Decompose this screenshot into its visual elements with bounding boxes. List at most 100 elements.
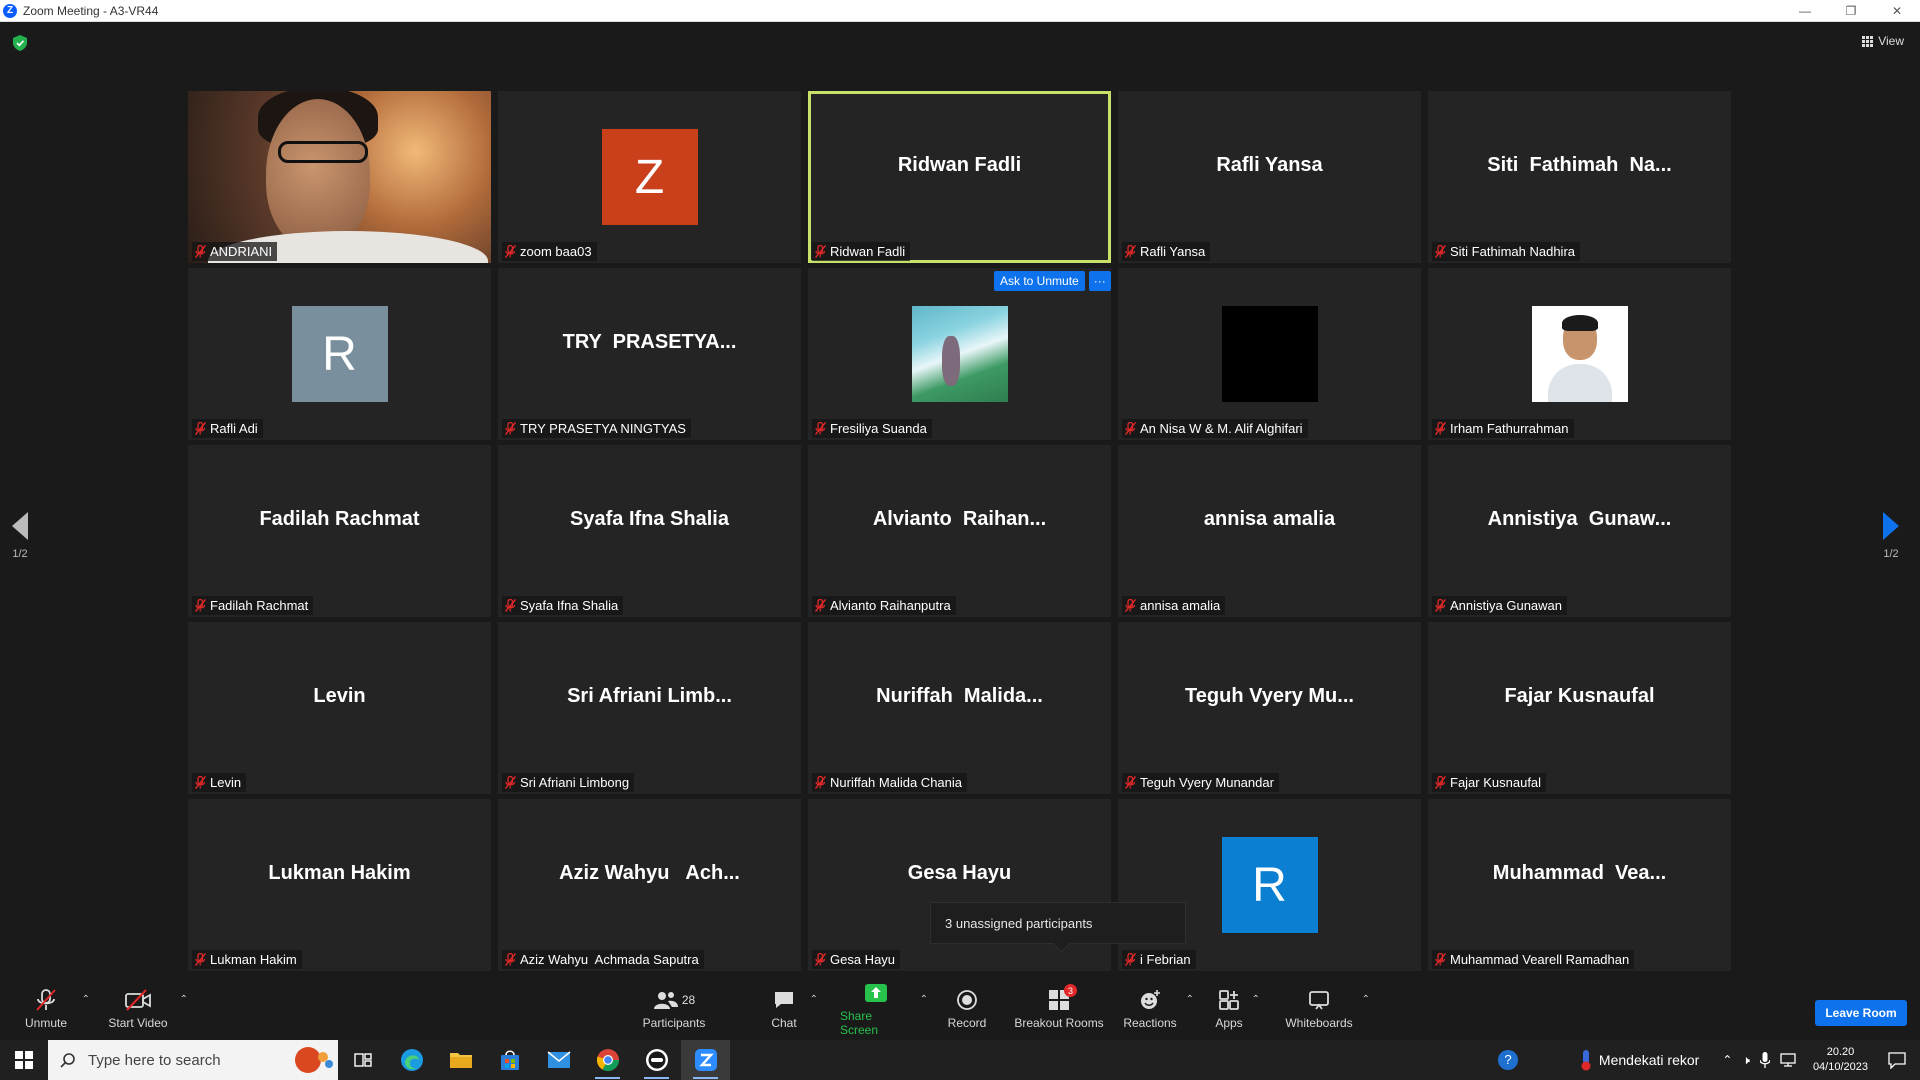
participant-tile[interactable]: Alvianto Raihan... Alvianto Raihanputra <box>808 445 1111 617</box>
share-screen-label: Share Screen <box>840 1009 879 1037</box>
taskbar-edge[interactable] <box>387 1040 436 1080</box>
tile-more-button[interactable]: ··· <box>1088 271 1111 291</box>
participant-name-label: Fadilah Rachmat <box>192 596 314 615</box>
participant-tile[interactable]: TRY PRASETYA... TRY PRASETYA NINGTYAS <box>498 268 801 440</box>
ask-to-unmute-button[interactable]: Ask to Unmute <box>994 271 1085 291</box>
arrow-right-icon <box>1883 512 1899 540</box>
participant-tile[interactable]: Lukman Hakim Lukman Hakim <box>188 799 491 971</box>
participant-tile[interactable]: Fajar Kusnaufal Fajar Kusnaufal <box>1428 622 1731 794</box>
breakout-rooms-button[interactable]: 3 Breakout Rooms <box>1012 977 1106 1040</box>
participant-tile[interactable]: Sri Afriani Limb... Sri Afriani Limbong <box>498 622 801 794</box>
next-page-button[interactable]: 1/2 <box>1871 512 1911 560</box>
encryption-shield-icon[interactable] <box>13 35 27 51</box>
participant-display-name: TRY PRASETYA... <box>562 330 737 353</box>
taskbar-mail[interactable] <box>534 1040 583 1080</box>
participant-name: Aziz Wahyu Achmada Saputra <box>520 952 699 967</box>
record-button[interactable]: Record <box>946 977 988 1040</box>
participant-display-name: Alvianto Raihan... <box>872 507 1047 530</box>
microphone-in-use-icon[interactable] <box>1759 1052 1770 1068</box>
video-options-caret-icon[interactable]: ⌃ <box>180 994 188 1005</box>
mic-muted-icon <box>195 953 206 966</box>
mic-muted-icon <box>1125 953 1136 966</box>
participant-tile[interactable]: R Rafli Adi <box>188 268 491 440</box>
participant-tile[interactable]: Fadilah Rachmat Fadilah Rachmat <box>188 445 491 617</box>
participant-tile[interactable]: ANDRIANI <box>188 91 491 263</box>
task-view-icon <box>353 1053 372 1067</box>
restore-button[interactable]: ❐ <box>1828 0 1874 22</box>
unassigned-participants-popover[interactable]: 3 unassigned participants <box>930 902 1186 944</box>
help-icon[interactable]: ? <box>1497 1049 1519 1071</box>
participant-tile[interactable]: Irham Fathurrahman <box>1428 268 1731 440</box>
participant-tile[interactable]: Annistiya Gunaw... Annistiya Gunawan <box>1428 445 1731 617</box>
participant-tile[interactable]: Rafli Yansa Rafli Yansa <box>1118 91 1421 263</box>
volume-icon[interactable]: 🕨 <box>1742 1053 1750 1068</box>
unmute-button[interactable]: Unmute ⌃ <box>18 977 90 1040</box>
apps-button[interactable]: Apps ⌃ <box>1214 977 1260 1040</box>
close-button[interactable]: ✕ <box>1874 0 1920 22</box>
clock-date: 04/10/2023 <box>1812 1061 1868 1073</box>
participant-tile[interactable]: Syafa Ifna Shalia Syafa Ifna Shalia <box>498 445 801 617</box>
whiteboards-options-caret-icon[interactable]: ⌃ <box>1362 994 1370 1005</box>
start-video-button[interactable]: Start Video ⌃ <box>104 977 188 1040</box>
minimize-button[interactable]: — <box>1782 0 1828 22</box>
weather-news-widget[interactable]: Mendekati rekor <box>1579 1049 1699 1071</box>
participant-name: Fresiliya Suanda <box>830 421 927 436</box>
participant-tile[interactable]: An Nisa W & M. Alif Alghifari <box>1118 268 1421 440</box>
windows-start-button[interactable] <box>0 1040 48 1080</box>
apps-options-caret-icon[interactable]: ⌃ <box>1252 994 1260 1005</box>
participant-tile[interactable]: Ridwan Fadli Ridwan Fadli <box>808 91 1111 263</box>
participant-tile[interactable]: Nuriffah Malida... Nuriffah Malida Chania <box>808 622 1111 794</box>
whiteboards-button[interactable]: Whiteboards ⌃ <box>1284 977 1370 1040</box>
participant-name-label: Sri Afriani Limbong <box>502 773 635 792</box>
mic-muted-icon <box>1125 599 1136 612</box>
participant-tile[interactable]: Zzoom baa03 <box>498 91 801 263</box>
taskbar-store[interactable] <box>485 1040 534 1080</box>
mic-muted-icon <box>815 599 826 612</box>
participant-tile[interactable]: Teguh Vyery Mu... Teguh Vyery Munandar <box>1118 622 1421 794</box>
participant-tile[interactable]: Siti Fathimah Na... Siti Fathimah Nadhira <box>1428 91 1731 263</box>
show-hidden-icons-chevron-icon[interactable]: ⌃ <box>1722 1053 1732 1067</box>
taskbar-chrome[interactable] <box>583 1040 632 1080</box>
participant-display-name: Ridwan Fadli <box>897 153 1022 176</box>
avatar: R <box>1221 837 1318 933</box>
share-options-caret-icon[interactable]: ⌃ <box>920 994 928 1005</box>
participant-name: Rafli Yansa <box>1140 244 1206 259</box>
participants-button[interactable]: 28 Participants <box>638 977 710 1040</box>
leave-room-button[interactable]: Leave Room <box>1815 1000 1907 1026</box>
participant-name-label: Gesa Hayu <box>812 950 901 969</box>
mic-muted-icon <box>1435 422 1446 435</box>
task-view-button[interactable] <box>338 1040 387 1080</box>
participant-name-label: Annistiya Gunawan <box>1432 596 1568 615</box>
participant-tile[interactable]: Fresiliya Suanda <box>808 268 1111 440</box>
chat-icon <box>773 987 795 1013</box>
participant-tile[interactable]: Levin Levin <box>188 622 491 794</box>
chat-button[interactable]: Chat ⌃ <box>766 977 818 1040</box>
reactions-options-caret-icon[interactable]: ⌃ <box>1186 994 1194 1005</box>
taskbar-file-explorer[interactable] <box>436 1040 485 1080</box>
participant-name: Alvianto Raihanputra <box>830 598 951 613</box>
share-screen-button[interactable]: Share Screen ⌃ <box>840 977 928 1040</box>
participant-name: ANDRIANI <box>210 244 273 259</box>
chat-options-caret-icon[interactable]: ⌃ <box>810 994 818 1005</box>
participant-tile[interactable]: annisa amalia annisa amalia <box>1118 445 1421 617</box>
svg-text:?: ? <box>1504 1052 1511 1067</box>
taskbar-meet-app[interactable] <box>632 1040 681 1080</box>
prev-page-button[interactable]: 1/2 <box>0 512 40 560</box>
network-icon[interactable] <box>1780 1053 1796 1067</box>
notifications-icon[interactable] <box>1888 1051 1906 1069</box>
participant-tile[interactable]: Muhammad Vea... Muhammad Vearell Ramadhan <box>1428 799 1731 971</box>
participant-tile[interactable]: Ri Febrian <box>1118 799 1421 971</box>
taskbar-clock[interactable]: 20.20 04/10/2023 <box>1813 1045 1868 1075</box>
participant-display-name: Fadilah Rachmat <box>259 507 420 530</box>
participant-name-label: Ridwan Fadli <box>812 242 911 261</box>
reactions-button[interactable]: Reactions ⌃ <box>1122 977 1194 1040</box>
folder-icon <box>449 1053 472 1068</box>
taskbar-search-box[interactable]: Type here to search <box>48 1040 338 1080</box>
taskbar-zoom[interactable] <box>681 1040 730 1080</box>
mic-muted-icon <box>505 599 516 612</box>
view-button[interactable]: View <box>1862 34 1904 48</box>
audio-options-caret-icon[interactable]: ⌃ <box>82 994 90 1005</box>
whiteboards-label: Whiteboards <box>1285 1016 1353 1030</box>
participant-display-name: Annistiya Gunaw... <box>1487 507 1672 530</box>
participant-tile[interactable]: Aziz Wahyu Ach... Aziz Wahyu Achmada Sapu… <box>498 799 801 971</box>
